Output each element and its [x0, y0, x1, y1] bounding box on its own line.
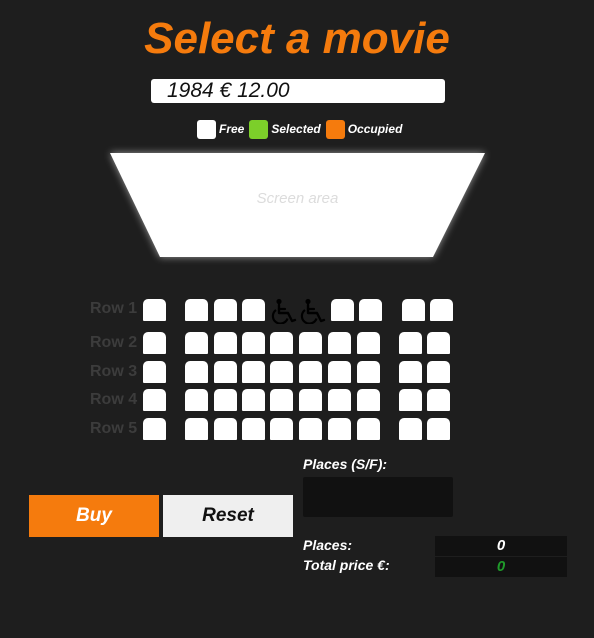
seat-legend: Free Selected Occupied — [197, 119, 407, 139]
places-count-label: Places: — [303, 537, 353, 553]
seat[interactable] — [270, 418, 293, 440]
seat[interactable] — [328, 332, 351, 354]
row-label: Row 1 — [90, 300, 138, 317]
seat[interactable] — [214, 332, 237, 354]
seat[interactable] — [357, 361, 380, 383]
row-label: Row 3 — [90, 363, 138, 380]
seat[interactable] — [399, 332, 422, 354]
seat[interactable] — [359, 299, 382, 321]
total-price-label: Total price €: — [303, 557, 390, 573]
legend-occupied-swatch — [325, 119, 345, 139]
seat[interactable] — [328, 389, 351, 411]
seat[interactable] — [214, 361, 237, 383]
legend-selected-label: Selected — [271, 122, 321, 136]
places-count-value: 0 — [435, 536, 567, 556]
seat[interactable] — [357, 389, 380, 411]
screen-label: Screen area — [256, 190, 339, 207]
screen-area: Screen area — [100, 145, 495, 270]
seat[interactable] — [399, 418, 422, 440]
seat[interactable] — [299, 418, 322, 440]
seat[interactable] — [328, 418, 351, 440]
seat[interactable] — [399, 389, 422, 411]
seat[interactable] — [185, 299, 208, 321]
seat[interactable] — [299, 361, 322, 383]
row-label: Row 5 — [90, 420, 138, 437]
row-label: Row 2 — [90, 334, 138, 351]
seat[interactable] — [242, 299, 265, 321]
seat[interactable] — [143, 361, 166, 383]
seat[interactable] — [399, 361, 422, 383]
wheelchair-icon[interactable] — [299, 298, 327, 325]
seat[interactable] — [185, 389, 208, 411]
seat[interactable] — [214, 418, 237, 440]
seat[interactable] — [185, 418, 208, 440]
wheelchair-icon[interactable] — [270, 298, 298, 325]
seat[interactable] — [242, 332, 265, 354]
seat[interactable] — [242, 361, 265, 383]
seat[interactable] — [185, 361, 208, 383]
seat[interactable] — [427, 332, 450, 354]
row-label: Row 4 — [90, 391, 138, 408]
seat[interactable] — [331, 299, 354, 321]
seat[interactable] — [270, 389, 293, 411]
places-sf-label: Places (S/F): — [303, 456, 388, 472]
seat[interactable] — [299, 389, 322, 411]
legend-selected-swatch — [249, 119, 269, 139]
legend-occupied-label: Occupied — [347, 122, 403, 136]
legend-free-swatch — [197, 119, 216, 139]
seat[interactable] — [143, 332, 166, 354]
seat[interactable] — [214, 299, 237, 321]
seat[interactable] — [242, 418, 265, 440]
seat[interactable] — [427, 389, 450, 411]
seat[interactable] — [143, 389, 166, 411]
seat[interactable] — [427, 418, 450, 440]
seat[interactable] — [270, 361, 293, 383]
seat[interactable] — [402, 299, 425, 321]
page-title: Select a movie — [144, 14, 450, 63]
seat[interactable] — [357, 332, 380, 354]
seat[interactable] — [430, 299, 453, 321]
seat[interactable] — [143, 299, 166, 321]
seat[interactable] — [427, 361, 450, 383]
seat[interactable] — [357, 418, 380, 440]
seat[interactable] — [185, 332, 208, 354]
total-price-value: 0 — [435, 557, 567, 577]
seat[interactable] — [328, 361, 351, 383]
seat[interactable] — [299, 332, 322, 354]
buy-button[interactable]: Buy — [29, 495, 159, 537]
movie-select[interactable]: 1984 € 12.00 — [151, 79, 445, 103]
places-sf-box — [303, 477, 453, 517]
seat[interactable] — [270, 332, 293, 354]
legend-free-label: Free — [219, 122, 245, 136]
seat[interactable] — [214, 389, 237, 411]
reset-button[interactable]: Reset — [163, 495, 293, 537]
seat[interactable] — [242, 389, 265, 411]
seat[interactable] — [143, 418, 166, 440]
